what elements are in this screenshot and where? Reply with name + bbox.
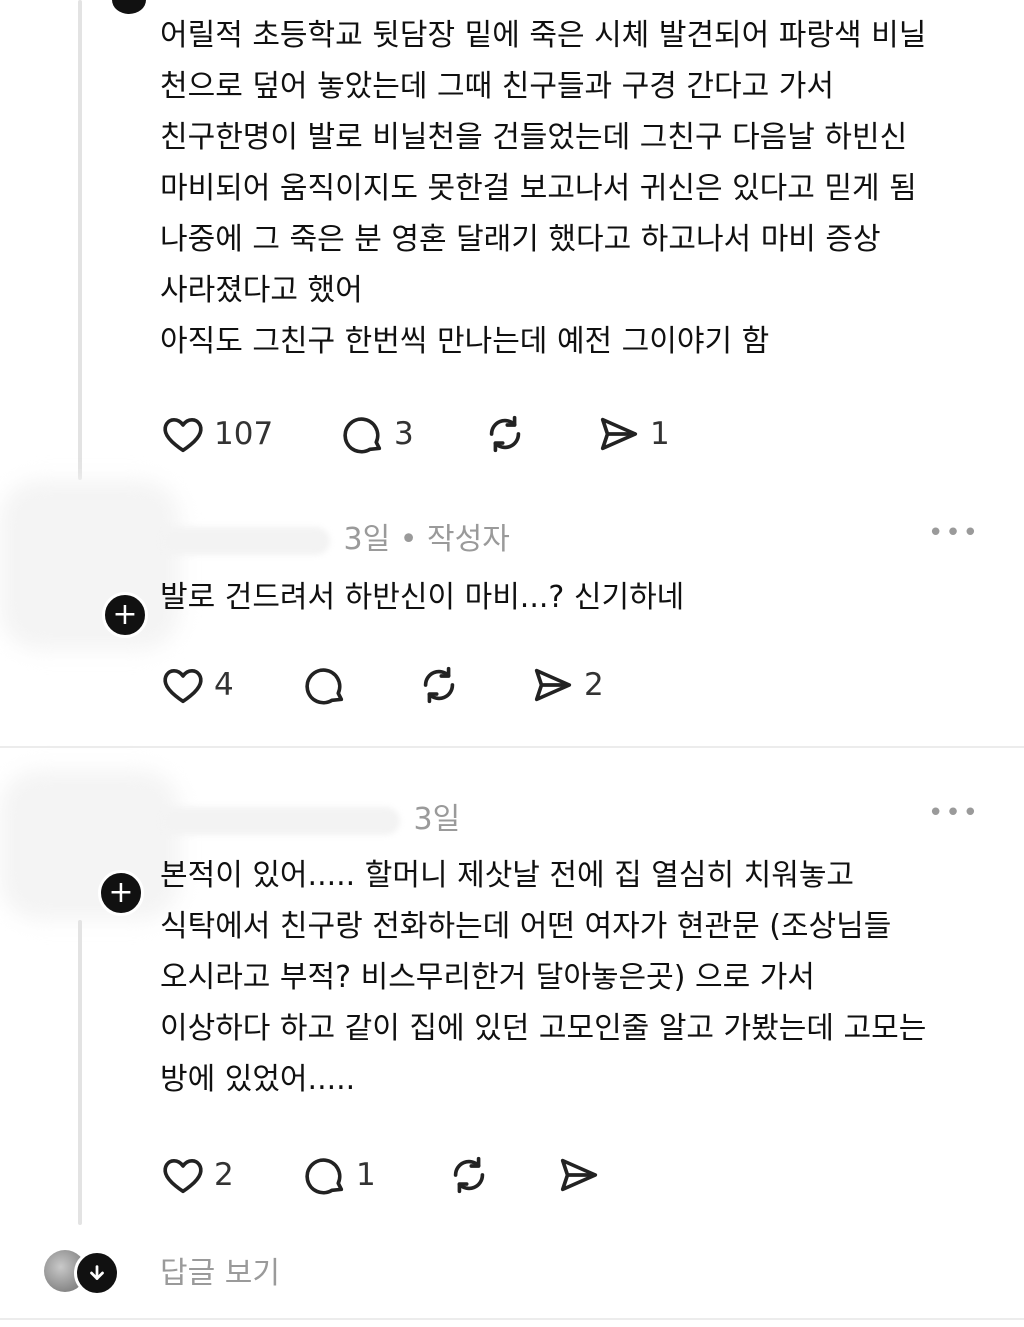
expand-replies-button[interactable] [74,1250,120,1296]
reply2-line: 오시라고 부적? 비스무리한거 달아놓은곳) 으로 가서 [160,960,815,995]
post-line: 나중에 그 죽은 분 영혼 달래기 했다고 하고나서 마비 증상 [160,222,881,257]
post-line: 천으로 덮어 놓았는데 그때 친구들과 구경 간다고 가서 [160,69,834,104]
comment-count: 1 [356,1157,376,1193]
reply2-line: 본적이 있어..... 할머니 제삿날 전에 집 열심히 치워놓고 [160,858,855,893]
reply2-line: 식탁에서 친구랑 전화하는데 어떤 여자가 현관문 (조상님들 [160,909,892,944]
repost-icon [489,415,521,453]
follow-plus-icon[interactable]: + [98,870,144,916]
share-button[interactable]: 1 [596,410,670,458]
follow-plus-icon[interactable]: + [102,592,148,638]
post-line: 어릴적 초등학교 뒷담장 밑에 죽은 시체 발견되어 파랑색 비닐 [160,18,927,53]
share-button[interactable]: 2 [530,661,604,709]
like-button[interactable]: 107 [160,410,273,458]
author-tag: 작성자 [427,522,510,557]
arrow-down-icon [90,1265,104,1280]
thread-line [78,0,82,480]
heart-icon [163,417,203,453]
repost-button[interactable] [416,661,462,709]
comment-button[interactable]: 3 [340,410,414,458]
avatar-redacted [0,480,180,650]
reply1-text: 발로 건드려서 하반신이 마비...? 신기하네 [160,580,685,615]
top-avatar-fragment [112,0,146,14]
comment-bubble-icon [305,1158,344,1195]
share-button[interactable] [556,1151,602,1199]
post-line: 사라졌다고 했어 [160,273,363,308]
comment-bubble-icon [343,417,382,454]
heart-icon [163,1158,203,1194]
username-redacted [160,806,400,835]
reply2-line: 이상하다 하고 같이 집에 있던 고모인줄 알고 가봤는데 고모는 [160,1011,927,1046]
repost-button[interactable] [446,1151,492,1199]
post-body: 어릴적 초등학교 뒷담장 밑에 죽은 시체 발견되어 파랑색 비닐 천으로 덮어… [160,10,926,367]
like-count: 2 [214,1157,234,1193]
share-send-icon [560,1158,598,1192]
like-count: 4 [214,667,234,703]
post-line: 아직도 그친구 한번씩 만나는데 예전 그이야기 함 [160,324,770,359]
comment-bubble-icon [305,668,344,705]
reply2-line: 방에 있었어..... [160,1062,356,1097]
username-redacted [160,526,330,555]
share-count: 1 [650,416,670,452]
comment-count: 3 [394,416,414,452]
more-options-button[interactable]: ••• [928,518,980,548]
post-line: 마비되어 움직이지도 못한걸 보고나서 귀신은 있다고 믿게 됨 [160,171,917,206]
reply1-meta: 3일 • 작성자 [160,514,510,558]
share-send-icon [600,417,638,451]
post-line: 친구한명이 발로 비닐천을 건들었는데 그친구 다음날 하빈신 [160,120,908,155]
share-send-icon [534,668,572,702]
more-options-button[interactable]: ••• [928,798,980,828]
heart-icon [163,668,203,704]
like-button[interactable]: 4 [160,661,234,709]
divider [0,746,1024,748]
separator-dot: • [399,522,418,557]
reply2-time: 3일 [413,802,461,837]
share-count: 2 [584,667,604,703]
reply1-time: 3일 [343,522,391,557]
like-button[interactable]: 2 [160,1151,234,1199]
avatar-redacted [0,770,180,920]
repost-icon [423,666,455,704]
comment-button[interactable] [302,661,348,709]
repost-button[interactable] [482,410,528,458]
reply1-body: 발로 건드려서 하반신이 마비...? 신기하네 [160,572,684,623]
reply2-meta: 3일 [160,794,460,838]
comment-button[interactable]: 1 [302,1151,376,1199]
repost-icon [453,1156,485,1194]
divider [0,1318,1024,1320]
like-count: 107 [214,416,274,452]
reply2-body: 본적이 있어..... 할머니 제삿날 전에 집 열심히 치워놓고 식탁에서 친… [160,850,926,1105]
view-replies-link[interactable]: 답글 보기 [160,1248,280,1292]
thread-line [78,920,82,1225]
